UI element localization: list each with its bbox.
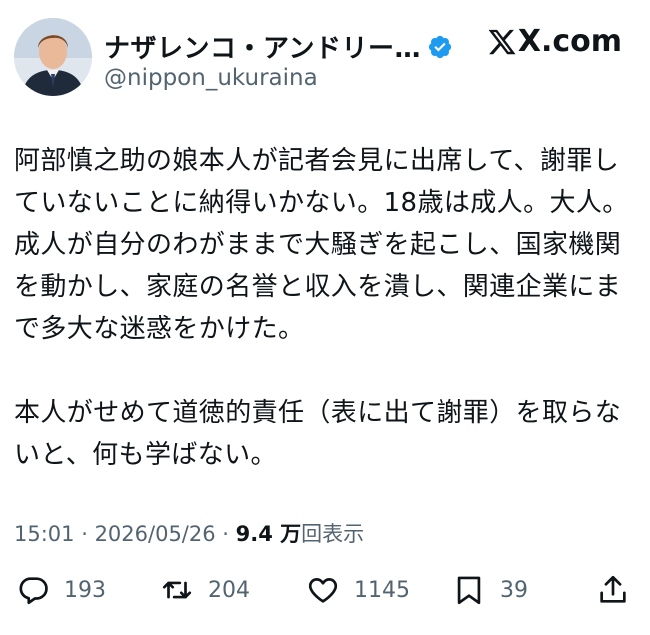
tweet-date[interactable]: 2026/05/26 [95, 522, 216, 546]
action-bar: 193 204 1145 39 [14, 570, 638, 610]
meta-separator: · [74, 522, 95, 546]
share-icon [600, 575, 626, 603]
tweet-text: 阿部慎之助の娘本人が記者会見に出席して、謝罪していないことに納得いかない。18歳… [14, 146, 629, 470]
like-button[interactable]: 1145 [306, 570, 410, 610]
bookmark-icon [457, 576, 481, 605]
x-logo: X.com [487, 24, 622, 59]
verified-badge-icon [427, 34, 453, 60]
share-button[interactable] [596, 570, 630, 610]
retweet-button[interactable]: 204 [160, 570, 250, 610]
retweet-icon [162, 581, 192, 599]
tweet-header: ナザレンコ・アンドリー… @nippon_ukuraina X.com [14, 18, 636, 100]
tweet-time[interactable]: 15:01 [14, 522, 75, 546]
x-brand-icon [488, 29, 516, 54]
site-name: X.com [517, 24, 622, 59]
avatar[interactable] [14, 18, 92, 96]
display-name[interactable]: ナザレンコ・アンドリー… [104, 28, 421, 65]
reply-icon [19, 577, 48, 605]
bookmark-count: 39 [500, 577, 528, 603]
views-count: 9.4 万 [235, 522, 302, 546]
heart-icon [308, 578, 338, 603]
tweet-meta: 15:01 · 2026/05/26 · 9.4 万回表示 [14, 518, 364, 548]
bookmark-button[interactable]: 39 [452, 570, 528, 610]
like-count: 1145 [354, 577, 410, 603]
user-handle[interactable]: @nippon_ukuraina [104, 65, 318, 91]
reply-count: 193 [64, 577, 106, 603]
meta-separator: · [215, 522, 236, 546]
name-row: ナザレンコ・アンドリー… [104, 28, 453, 65]
reply-button[interactable]: 193 [16, 570, 106, 610]
retweet-count: 204 [208, 577, 250, 603]
views-label: 回表示 [301, 522, 365, 546]
